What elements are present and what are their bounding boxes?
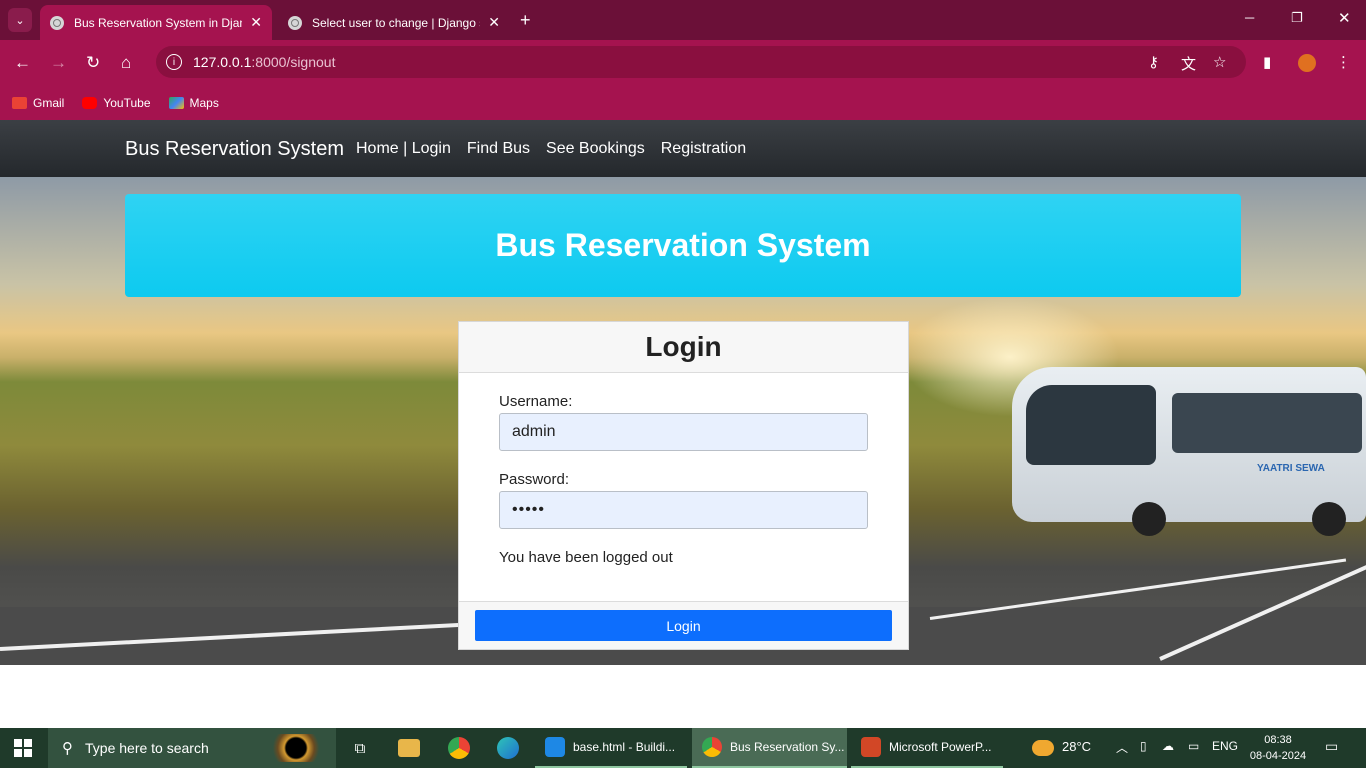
address-bar[interactable]: i 127.0.0.1:8000/signout xyxy=(156,46,1246,78)
nav-links: Home | Login Find Bus See Bookings Regis… xyxy=(356,140,746,158)
password-input[interactable]: ••••• xyxy=(499,491,868,529)
weather-temperature[interactable]: 28°C xyxy=(1062,739,1091,754)
web-page: Bus Reservation System Home | Login Find… xyxy=(0,120,1366,728)
language-indicator[interactable]: ENG xyxy=(1212,739,1238,753)
device-icon[interactable]: ▯ xyxy=(1140,739,1147,753)
weather-icon[interactable] xyxy=(1032,740,1054,756)
globe-icon xyxy=(50,15,64,30)
home-icon[interactable]: ⌂ xyxy=(121,53,131,73)
login-card: Login Username: admin Password: ••••• Yo… xyxy=(458,321,909,650)
nav-find-bus[interactable]: Find Bus xyxy=(467,140,530,158)
battery-icon[interactable]: ▭ xyxy=(1188,739,1199,753)
windows-start-icon[interactable] xyxy=(14,739,32,757)
back-icon[interactable]: ← xyxy=(14,53,31,73)
globe-icon xyxy=(288,15,302,30)
bookmarks-bar: Gmail YouTube Maps xyxy=(0,86,1366,120)
menu-kebab-icon[interactable]: ⋮ xyxy=(1336,53,1351,71)
forward-icon[interactable]: → xyxy=(50,53,67,73)
reload-icon[interactable]: ↻ xyxy=(86,53,100,73)
tab-select-user[interactable]: Select user to change | Django s ✕ xyxy=(278,5,510,40)
nav-see-bookings[interactable]: See Bookings xyxy=(546,140,645,158)
bookmark-maps[interactable]: Maps xyxy=(168,96,219,110)
powerpoint-icon xyxy=(861,737,881,757)
bus-wheel xyxy=(1132,502,1166,536)
task-view-icon[interactable]: ⧉ xyxy=(348,736,372,760)
taskbar-app-vscode[interactable]: base.html - Buildi... xyxy=(535,728,687,768)
taskbar-app-chrome[interactable]: Bus Reservation Sy... xyxy=(692,728,847,768)
clock-date: 08-04-2024 xyxy=(1249,750,1307,762)
file-explorer-icon[interactable] xyxy=(398,739,420,757)
maps-icon xyxy=(168,97,184,109)
taskbar-app-label: Bus Reservation Sy... xyxy=(730,740,845,754)
taskbar-app-label: Microsoft PowerP... xyxy=(889,740,992,754)
key-icon[interactable]: ⚷ xyxy=(1148,53,1159,71)
tab-search-chevron-icon[interactable]: ⌄ xyxy=(8,8,32,32)
tab-title: Bus Reservation System in Djang xyxy=(74,15,243,30)
taskbar-app-powerpoint[interactable]: Microsoft PowerP... xyxy=(851,728,1003,768)
close-tab-icon[interactable]: ✕ xyxy=(250,14,262,31)
bookmark-label: Gmail xyxy=(33,96,65,110)
taskbar-search[interactable]: ⚲ Type here to search xyxy=(48,728,336,768)
search-icon: ⚲ xyxy=(62,740,73,757)
site-brand[interactable]: Bus Reservation System xyxy=(125,138,344,161)
onedrive-cloud-icon[interactable]: ☁ xyxy=(1162,739,1174,753)
nav-registration[interactable]: Registration xyxy=(661,140,746,158)
close-window-icon[interactable]: ✕ xyxy=(1338,9,1351,27)
username-label: Username: xyxy=(499,393,573,410)
taskbar-app-label: base.html - Buildi... xyxy=(573,740,676,754)
star-icon[interactable]: ☆ xyxy=(1213,53,1226,71)
bus-image: YAATRI SEWA xyxy=(1012,367,1366,536)
browser-toolbar: ← → ↻ ⌂ i 127.0.0.1:8000/signout ⚷ 文 ☆ ▮… xyxy=(0,40,1366,86)
new-tab-button[interactable]: + xyxy=(520,10,531,31)
chrome-icon[interactable] xyxy=(448,737,470,759)
url-host: 127.0.0.1 xyxy=(193,54,252,70)
notification-icon[interactable]: ▭ xyxy=(1325,738,1338,755)
hero-banner: Bus Reservation System xyxy=(125,194,1241,297)
close-tab-icon[interactable]: ✕ xyxy=(488,14,500,31)
edge-icon[interactable] xyxy=(497,737,519,759)
site-navbar: Bus Reservation System Home | Login Find… xyxy=(0,120,1366,177)
chrome-icon xyxy=(702,737,722,757)
side-panel-icon[interactable]: ▮ xyxy=(1263,53,1271,71)
bookmark-youtube[interactable]: YouTube xyxy=(82,96,151,110)
clock-time: 08:38 xyxy=(1264,734,1292,746)
browser-tab-strip: ⌄ Bus Reservation System in Djang ✕ Sele… xyxy=(0,0,1366,40)
search-placeholder: Type here to search xyxy=(85,740,209,756)
vscode-icon xyxy=(545,737,565,757)
login-card-header: Login xyxy=(459,322,908,373)
username-input[interactable]: admin xyxy=(499,413,868,451)
bus-wheel xyxy=(1312,502,1346,536)
restore-icon[interactable]: ❐ xyxy=(1291,10,1303,26)
minimize-icon[interactable]: ─ xyxy=(1245,10,1254,25)
bookmark-label: YouTube xyxy=(103,96,151,110)
eclipse-highlight-icon xyxy=(266,734,326,762)
bus-logo: YAATRI SEWA xyxy=(1257,463,1325,474)
tab-title: Select user to change | Django s xyxy=(312,15,481,30)
banner-title: Bus Reservation System xyxy=(495,227,871,263)
login-title: Login xyxy=(645,331,722,362)
password-label: Password: xyxy=(499,471,570,488)
bookmark-gmail[interactable]: Gmail xyxy=(12,96,64,110)
show-hidden-icons-chevron-icon[interactable]: ︿ xyxy=(1116,739,1128,756)
youtube-icon xyxy=(82,97,98,109)
profile-avatar[interactable] xyxy=(1298,54,1316,72)
bookmark-label: Maps xyxy=(189,96,219,110)
taskbar-clock[interactable]: 08:38 08-04-2024 xyxy=(1248,732,1308,764)
login-card-footer: Login xyxy=(459,601,908,649)
site-info-icon[interactable]: i xyxy=(166,54,182,70)
bus-side-windows xyxy=(1172,393,1362,453)
bus-windshield xyxy=(1026,385,1156,465)
logout-message: You have been logged out xyxy=(499,549,673,566)
login-button[interactable]: Login xyxy=(475,610,892,641)
url-path: :8000/signout xyxy=(251,54,336,70)
nav-home-login[interactable]: Home | Login xyxy=(356,140,451,158)
translate-icon[interactable]: 文 xyxy=(1181,53,1196,74)
windows-taskbar: ⚲ Type here to search ⧉ base.html - Buil… xyxy=(0,728,1366,768)
gmail-icon xyxy=(12,97,27,109)
tab-bus-reservation[interactable]: Bus Reservation System in Djang ✕ xyxy=(40,5,272,40)
